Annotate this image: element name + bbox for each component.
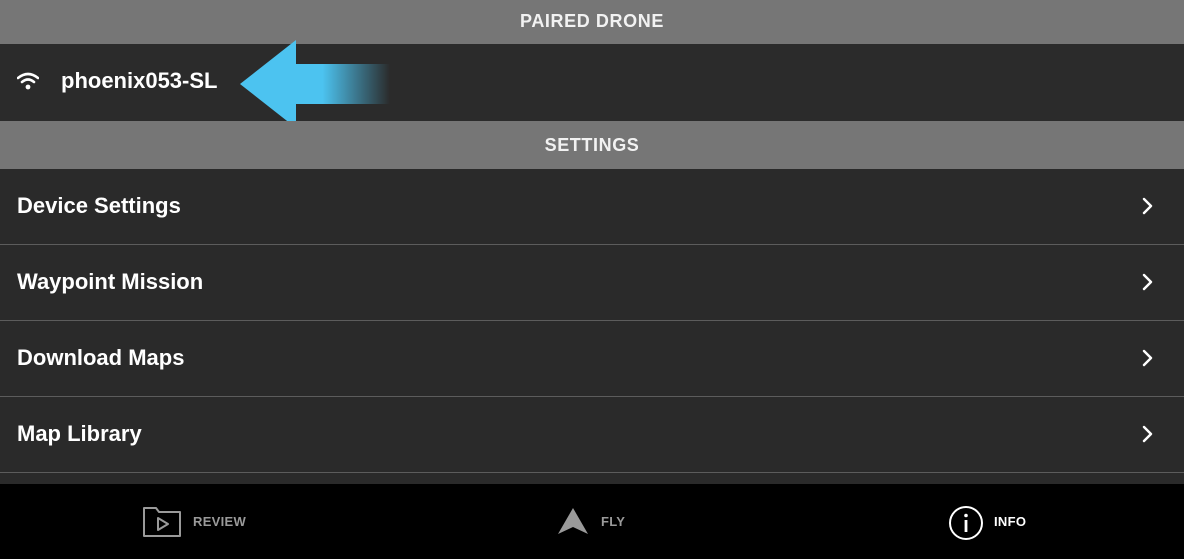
menu-item-download-maps[interactable]: Download Maps <box>0 321 1184 397</box>
wifi-icon <box>17 72 39 90</box>
app-root: PAIRED DRONE phoenix053-SL SETTINGS Devi… <box>0 0 1184 559</box>
fly-arrow-icon <box>558 508 588 534</box>
paired-drone-header: PAIRED DRONE <box>0 0 1184 44</box>
paired-drone-name: phoenix053-SL <box>61 68 218 93</box>
menu-item-label: Map Library <box>17 421 142 446</box>
tab-fly-label: FLY <box>601 514 626 529</box>
chevron-right-icon <box>1142 349 1153 367</box>
tab-review[interactable]: REVIEW <box>140 484 260 559</box>
chevron-right-icon <box>1142 425 1153 443</box>
tab-review-label: REVIEW <box>193 514 247 529</box>
menu-item-map-library[interactable]: Map Library <box>0 397 1184 473</box>
review-play-folder-icon <box>143 507 181 537</box>
tab-info[interactable]: INFO <box>948 484 1048 559</box>
menu-item-label: Download Maps <box>17 345 185 370</box>
chevron-right-icon <box>1142 197 1153 215</box>
menu-item-label: Waypoint Mission <box>17 269 204 294</box>
left-arrow-callout-icon <box>240 40 390 128</box>
chevron-right-icon <box>1142 273 1153 291</box>
bottom-tab-bar: REVIEW FLY INFO <box>0 484 1184 559</box>
tab-info-label: INFO <box>994 514 1027 529</box>
paired-drone-row[interactable]: phoenix053-SL <box>0 44 1184 121</box>
menu-item-waypoint-mission[interactable]: Waypoint Mission <box>0 245 1184 321</box>
menu-item-label: Device Settings <box>17 193 181 218</box>
settings-header: SETTINGS <box>0 121 1184 169</box>
settings-menu: Device Settings Waypoint Mission Downloa… <box>0 169 1184 473</box>
tab-fly[interactable]: FLY <box>556 484 636 559</box>
menu-item-device-settings[interactable]: Device Settings <box>0 169 1184 245</box>
info-circle-icon <box>949 506 983 540</box>
